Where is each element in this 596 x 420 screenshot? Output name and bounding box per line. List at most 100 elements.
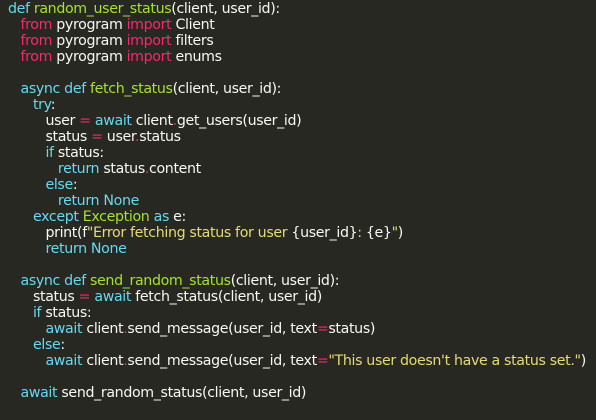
code-line: if status: <box>8 145 596 161</box>
code-token: fetch_status(client, user_id) <box>131 289 322 305</box>
code-token: enums <box>171 49 223 65</box>
code-token: print(f <box>8 225 87 241</box>
code-token: : <box>357 225 366 241</box>
code-token: client <box>82 321 124 337</box>
code-token: await <box>45 321 83 337</box>
code-token: = <box>316 353 329 369</box>
code-token: else <box>45 177 73 193</box>
code-token: send_random_status(client, user_id) <box>57 385 307 401</box>
code-token: from <box>20 17 53 33</box>
code-token: client <box>82 353 124 369</box>
code-line: if status: <box>8 305 596 321</box>
code-token: "Error fetching status for user <box>86 225 292 241</box>
code-token: status <box>8 129 92 145</box>
code-token: = <box>79 113 91 129</box>
code-token: fetch_status <box>90 81 173 97</box>
code-line: async def send_random_status(client, use… <box>8 273 596 289</box>
code-token: try <box>32 97 51 113</box>
code-line: await client.send_message(user_id, text=… <box>8 321 596 337</box>
code-token: ) <box>580 353 587 369</box>
code-token: return None <box>45 241 127 257</box>
code-token: def <box>8 1 34 17</box>
code-token: random_user_status <box>33 1 172 17</box>
code-token: else <box>32 337 61 353</box>
code-line: return None <box>8 241 596 257</box>
code-token: status <box>99 161 145 177</box>
code-line: await send_random_status(client, user_id… <box>8 385 596 401</box>
code-token: async def <box>20 273 91 289</box>
code-token: : <box>60 337 65 353</box>
code-token: await <box>94 289 132 305</box>
code-line: user = await client.get_users(user_id) <box>8 113 596 129</box>
code-token: as <box>153 209 170 225</box>
code-token: : <box>72 177 78 193</box>
code-token: (client, user_id): <box>230 273 340 289</box>
code-token: user <box>8 113 80 129</box>
code-editor[interactable]: def random_user_status(client, user_id):… <box>0 0 596 420</box>
code-line: else: <box>8 337 596 353</box>
code-token: filters <box>171 33 214 49</box>
code-token: return None <box>57 193 139 209</box>
code-line: return None <box>8 193 596 209</box>
code-token: status <box>139 129 181 145</box>
code-line: status = user.status <box>8 129 596 145</box>
code-line: def random_user_status(client, user_id): <box>8 1 596 17</box>
code-line: print(f"Error fetching status for user {… <box>8 225 596 241</box>
code-token: get_users(user_id) <box>176 113 302 129</box>
code-line: from pyrogram import enums <box>8 49 596 65</box>
code-token: except <box>32 209 79 225</box>
code-line: from pyrogram import filters <box>8 33 596 49</box>
code-token: user <box>102 129 136 145</box>
code-token: status <box>8 289 79 305</box>
code-token: client <box>131 113 173 129</box>
code-token: : <box>50 97 56 113</box>
code-line: else: <box>8 177 596 193</box>
code-token: await <box>20 385 58 401</box>
code-token: {e} <box>365 225 392 241</box>
code-line: async def fetch_status(client, user_id): <box>8 81 596 97</box>
code-line: return status.content <box>8 161 596 177</box>
code-token: (client, user_id): <box>172 81 282 97</box>
code-token: import <box>126 17 172 33</box>
code-line: try: <box>8 97 596 113</box>
code-token: import <box>126 49 172 65</box>
code-token: ) <box>397 225 404 241</box>
code-token: = <box>316 321 329 337</box>
code-line: except Exception as e: <box>8 209 596 225</box>
code-token: = <box>78 289 91 305</box>
code-token: pyrogram <box>52 33 127 49</box>
code-token: status: <box>53 145 104 161</box>
code-token: status: <box>41 305 92 321</box>
code-line: await client.send_message(user_id, text=… <box>8 353 596 369</box>
code-line: from pyrogram import Client <box>8 17 596 33</box>
code-token: send_random_status <box>90 273 231 289</box>
code-token: send_message(user_id, text <box>127 353 317 369</box>
code-token: import <box>126 33 172 49</box>
code-token: (client, user_id): <box>171 1 280 17</box>
code-token: from <box>20 49 53 65</box>
code-token: content <box>149 161 201 177</box>
code-token: Client <box>171 17 215 33</box>
code-token: send_message(user_id, text <box>127 321 317 337</box>
code-token: if <box>45 145 54 161</box>
code-line: status = await fetch_status(client, user… <box>8 289 596 305</box>
code-token: if <box>32 305 42 321</box>
